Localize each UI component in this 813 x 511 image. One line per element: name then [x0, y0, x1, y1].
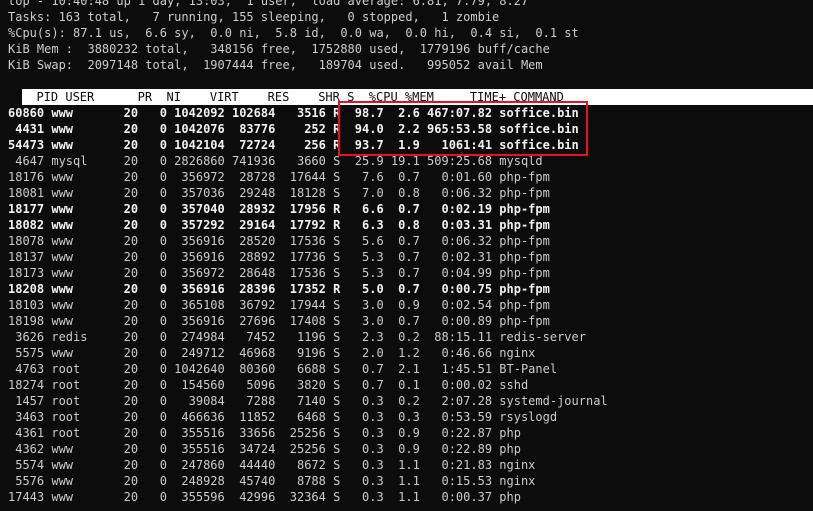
process-row: 18208 www 20 0 356916 28396 17352 R 5.0 … — [8, 282, 550, 296]
memory-summary-line: KiB Mem : 3880232 total, 348156 free, 17… — [8, 42, 550, 56]
process-row: 18137 www 20 0 356916 28892 17736 S 5.3 … — [8, 250, 550, 264]
uptime-load-line: top - 10:40:48 up 1 day, 13:03, 1 user, … — [8, 0, 529, 8]
process-row: 18078 www 20 0 356916 28520 17536 S 5.6 … — [8, 234, 550, 248]
process-row: 3626 redis 20 0 274984 7452 1196 S 2.3 0… — [8, 330, 586, 344]
process-row: 18173 www 20 0 356972 28648 17536 S 5.3 … — [8, 266, 550, 280]
tasks-summary-line: Tasks: 163 total, 7 running, 155 sleepin… — [8, 10, 500, 24]
process-row: 18274 root 20 0 154560 5096 3820 S 0.7 0… — [8, 378, 529, 392]
process-row: 17443 www 20 0 355596 42996 32364 S 0.3 … — [8, 490, 521, 504]
process-row: 18177 www 20 0 357040 28932 17956 R 6.6 … — [8, 202, 550, 216]
process-row: 4362 www 20 0 355516 34724 25256 S 0.3 0… — [8, 442, 521, 456]
process-row: 54473 www 20 0 1042104 72724 256 R 93.7 … — [8, 138, 579, 152]
process-row: 1457 root 20 0 39084 7288 7140 S 0.3 0.2… — [8, 394, 608, 408]
process-row: 4763 root 20 0 1042640 80360 6688 S 0.7 … — [8, 362, 558, 376]
process-table-header: PID USER PR NI VIRT RES SHR S %CPU %MEM … — [22, 89, 813, 105]
cpu-summary-line: %Cpu(s): 87.1 us, 6.6 sy, 0.0 ni, 5.8 id… — [8, 26, 579, 40]
process-row: 60860 www 20 0 1042092 102684 3516 R 98.… — [8, 106, 579, 120]
process-row: 4647 mysql 20 0 2826860 741936 3660 S 25… — [8, 154, 543, 168]
process-row: 18082 www 20 0 357292 29164 17792 R 6.3 … — [8, 218, 550, 232]
process-row: 4431 www 20 0 1042076 83776 252 R 94.0 2… — [8, 122, 579, 136]
process-row: 5574 www 20 0 247860 44440 8672 S 0.3 1.… — [8, 458, 536, 472]
process-row: 5576 www 20 0 248928 45740 8788 S 0.3 1.… — [8, 474, 536, 488]
swap-summary-line: KiB Swap: 2097148 total, 1907444 free, 1… — [8, 58, 543, 72]
process-row: 3463 root 20 0 466636 11852 6468 S 0.3 0… — [8, 410, 558, 424]
process-row: 5575 www 20 0 249712 46968 9196 S 2.0 1.… — [8, 346, 536, 360]
process-row: 18081 www 20 0 357036 29248 18128 S 7.0 … — [8, 186, 550, 200]
process-table: 60860 www 20 0 1042092 102684 3516 R 98.… — [8, 105, 813, 505]
process-row: 18103 www 20 0 365108 36792 17944 S 3.0 … — [8, 298, 550, 312]
process-row: 18176 www 20 0 356972 28728 17644 S 7.6 … — [8, 170, 550, 184]
process-row: 4361 root 20 0 355516 33656 25256 S 0.3 … — [8, 426, 521, 440]
process-row: 18198 www 20 0 356916 27696 17408 S 3.0 … — [8, 314, 550, 328]
